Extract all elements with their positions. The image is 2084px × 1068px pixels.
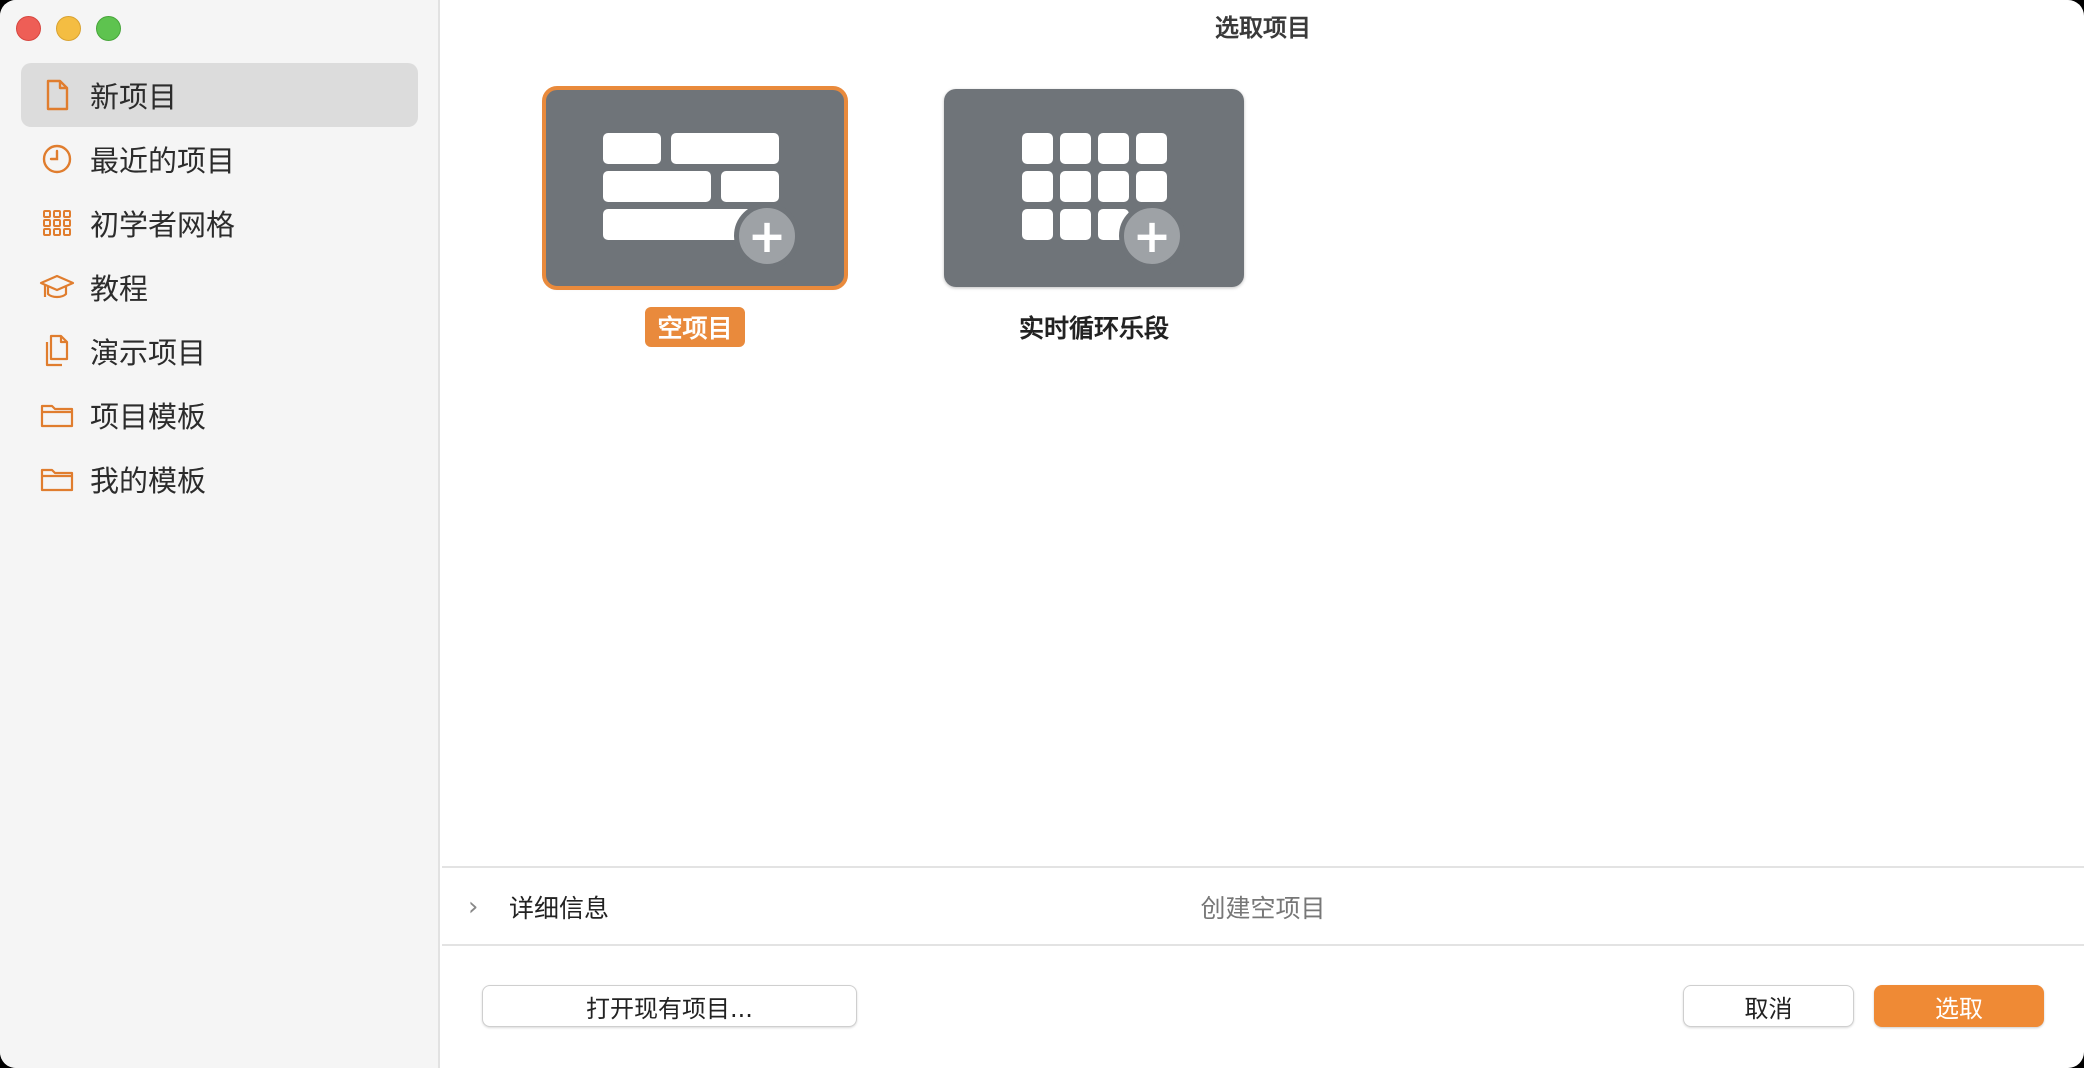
close-window-button[interactable] (16, 16, 41, 41)
details-bar: › 详细信息 创建空项目 (442, 868, 2084, 946)
track-block (671, 133, 779, 164)
track-block (721, 171, 779, 202)
cell-block (1060, 133, 1091, 164)
clock-icon (33, 135, 81, 183)
sidebar-item-my-templates[interactable]: 我的模板 (21, 447, 418, 511)
folder-icon (33, 391, 81, 439)
open-existing-project-button[interactable]: 打开现有项目... (482, 985, 857, 1027)
sidebar-item-label: 初学者网格 (90, 208, 236, 242)
plus-icon: + (734, 203, 800, 269)
cell-block (1022, 209, 1053, 240)
sidebar-item-project-templates[interactable]: 项目模板 (21, 383, 418, 447)
live-loops-thumbnail: + (944, 89, 1244, 287)
cell-block (1060, 171, 1091, 202)
window: 新项目 最近的项目 初学者网格 教程 演示项目 项目模板 我的模板 选取项目 +… (0, 0, 2084, 1068)
template-tile-live-loops[interactable]: + 实时循环乐段 (944, 89, 1244, 347)
sidebar-item-recent-projects[interactable]: 最近的项目 (21, 127, 418, 191)
sidebar-item-new-project[interactable]: 新项目 (21, 63, 418, 127)
cell-block (1098, 171, 1129, 202)
cell-block (1136, 133, 1167, 164)
sidebar-item-demo-projects[interactable]: 演示项目 (21, 319, 418, 383)
cell-block (1060, 209, 1091, 240)
sidebar-item-beginner-grid[interactable]: 初学者网格 (21, 191, 418, 255)
sidebar-item-label: 新项目 (90, 80, 178, 114)
template-label: 实时循环乐段 (1018, 314, 1169, 343)
cell-block (1098, 133, 1129, 164)
grid-icon (33, 199, 81, 247)
sidebar-nav: 新项目 最近的项目 初学者网格 教程 演示项目 项目模板 我的模板 (21, 63, 418, 511)
minimize-window-button[interactable] (56, 16, 81, 41)
main-panel: 选取项目 + 空项目 + 实时循环乐段 › 详细信息 创建空项目 打开现有项目.… (442, 0, 2084, 1068)
document-icon (33, 71, 81, 119)
track-block (603, 209, 753, 240)
window-controls (16, 16, 121, 41)
choose-button[interactable]: 选取 (1874, 985, 2044, 1027)
cancel-button[interactable]: 取消 (1683, 985, 1854, 1027)
sidebar-item-tutorials[interactable]: 教程 (21, 255, 418, 319)
details-description: 创建空项目 (1200, 894, 1326, 923)
cell-block (1022, 171, 1053, 202)
folder-icon (33, 455, 81, 503)
sidebar-item-label: 我的模板 (90, 464, 207, 498)
sidebar-item-label: 教程 (90, 272, 149, 306)
template-tile-empty-project[interactable]: + 空项目 (542, 86, 848, 347)
plus-icon: + (1119, 203, 1185, 269)
graduation-cap-icon (33, 263, 81, 311)
sidebar: 新项目 最近的项目 初学者网格 教程 演示项目 项目模板 我的模板 (0, 0, 440, 1068)
sidebar-item-label: 演示项目 (90, 336, 207, 370)
template-label: 空项目 (645, 307, 745, 347)
zoom-window-button[interactable] (96, 16, 121, 41)
window-title: 选取项目 (1215, 14, 1311, 42)
sidebar-item-label: 项目模板 (90, 400, 207, 434)
track-block (603, 133, 661, 164)
empty-project-thumbnail: + (542, 86, 848, 290)
cell-block (1136, 171, 1167, 202)
cell-block (1022, 133, 1053, 164)
sidebar-item-label: 最近的项目 (90, 144, 236, 178)
divider (442, 944, 2084, 946)
documents-icon (33, 327, 81, 375)
track-block (603, 171, 711, 202)
